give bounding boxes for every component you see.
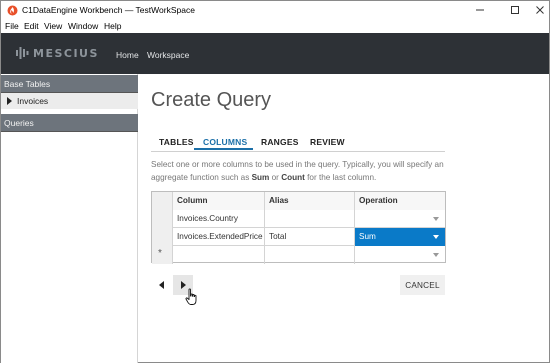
maximize-icon[interactable]	[506, 3, 524, 17]
cell-operation[interactable]: Sum	[355, 228, 445, 246]
nav-workspace[interactable]: Workspace	[147, 50, 189, 60]
cell-operation[interactable]	[355, 210, 445, 228]
cell-alias[interactable]: Total	[265, 228, 355, 246]
menu-help[interactable]: Help	[104, 21, 121, 31]
page-title: Create Query	[151, 89, 272, 111]
columns-grid: Column Alias Operation Invoices.Country …	[151, 191, 446, 264]
minimize-icon[interactable]	[471, 3, 489, 17]
column-header-alias[interactable]: Alias	[265, 192, 355, 210]
cancel-button[interactable]: CANCEL	[400, 275, 445, 295]
cell-column[interactable]: Invoices.ExtendedPrice	[173, 228, 265, 246]
menu-view[interactable]: View	[44, 21, 62, 31]
instructions-part: for the last column.	[304, 173, 377, 182]
instructions-count: Count	[281, 173, 305, 182]
previous-button[interactable]	[151, 275, 171, 295]
column-header-column[interactable]: Column	[173, 192, 265, 210]
tab-review[interactable]: REVIEW	[310, 137, 345, 147]
app-flame-icon	[7, 5, 18, 16]
app-window: C1DataEngine Workbench — TestWorkSpace F…	[0, 0, 550, 363]
window-title: C1DataEngine Workbench — TestWorkSpace	[22, 5, 195, 15]
instructions-text: Select one or more columns to be used in…	[151, 158, 451, 184]
expand-arrow-icon[interactable]	[7, 97, 12, 105]
cell-column[interactable]	[173, 246, 265, 264]
table-row[interactable]: Invoices.Country	[152, 210, 445, 228]
new-row-marker[interactable]: *	[152, 246, 173, 264]
hand-cursor-icon	[185, 288, 197, 305]
table-row[interactable]: Invoices.ExtendedPrice Total Sum	[152, 228, 445, 246]
menu-window[interactable]: Window	[68, 21, 98, 31]
arrow-left-icon	[158, 281, 164, 289]
tab-tables[interactable]: TABLES	[159, 137, 194, 147]
menu-bar: File Edit View Window Help	[1, 20, 549, 33]
tab-columns[interactable]: COLUMNS	[203, 137, 247, 147]
title-bar: C1DataEngine Workbench — TestWorkSpace	[1, 1, 549, 20]
sidebar-section-base-tables[interactable]: Base Tables	[1, 75, 138, 93]
tab-divider	[151, 151, 445, 152]
brand-name: MESCIUS	[33, 46, 99, 60]
dropdown-arrow-icon[interactable]	[433, 253, 439, 257]
active-tab-indicator	[194, 148, 253, 150]
tab-ranges[interactable]: RANGES	[261, 137, 299, 147]
cell-column[interactable]: Invoices.Country	[173, 210, 265, 228]
dropdown-arrow-icon[interactable]	[433, 235, 439, 239]
sidebar-item-label: Invoices	[17, 96, 49, 106]
operation-value: Sum	[359, 232, 376, 241]
cell-alias[interactable]	[265, 246, 355, 264]
column-header-operation[interactable]: Operation	[355, 192, 445, 210]
row-header[interactable]	[152, 228, 173, 246]
sidebar-section-queries[interactable]: Queries	[1, 114, 138, 132]
close-icon[interactable]	[531, 3, 549, 17]
dropdown-arrow-icon[interactable]	[433, 217, 439, 221]
menu-file[interactable]: File	[5, 21, 19, 31]
instructions-sum: Sum	[251, 173, 270, 182]
row-header-corner	[152, 192, 173, 210]
nav-home[interactable]: Home	[116, 50, 139, 60]
instructions-part: or	[269, 173, 282, 182]
app-header: MESCIUS Home Workspace	[1, 33, 549, 74]
row-header[interactable]	[152, 210, 173, 228]
grid-header-row: Column Alias Operation	[152, 192, 445, 210]
new-row[interactable]: *	[152, 246, 445, 264]
sidebar-item-invoices[interactable]: Invoices	[1, 93, 138, 109]
menu-edit[interactable]: Edit	[24, 21, 39, 31]
brand-logo-icon	[16, 47, 29, 59]
cell-alias[interactable]	[265, 210, 355, 228]
brand-logo: MESCIUS	[15, 46, 99, 60]
cell-operation[interactable]	[355, 246, 445, 264]
